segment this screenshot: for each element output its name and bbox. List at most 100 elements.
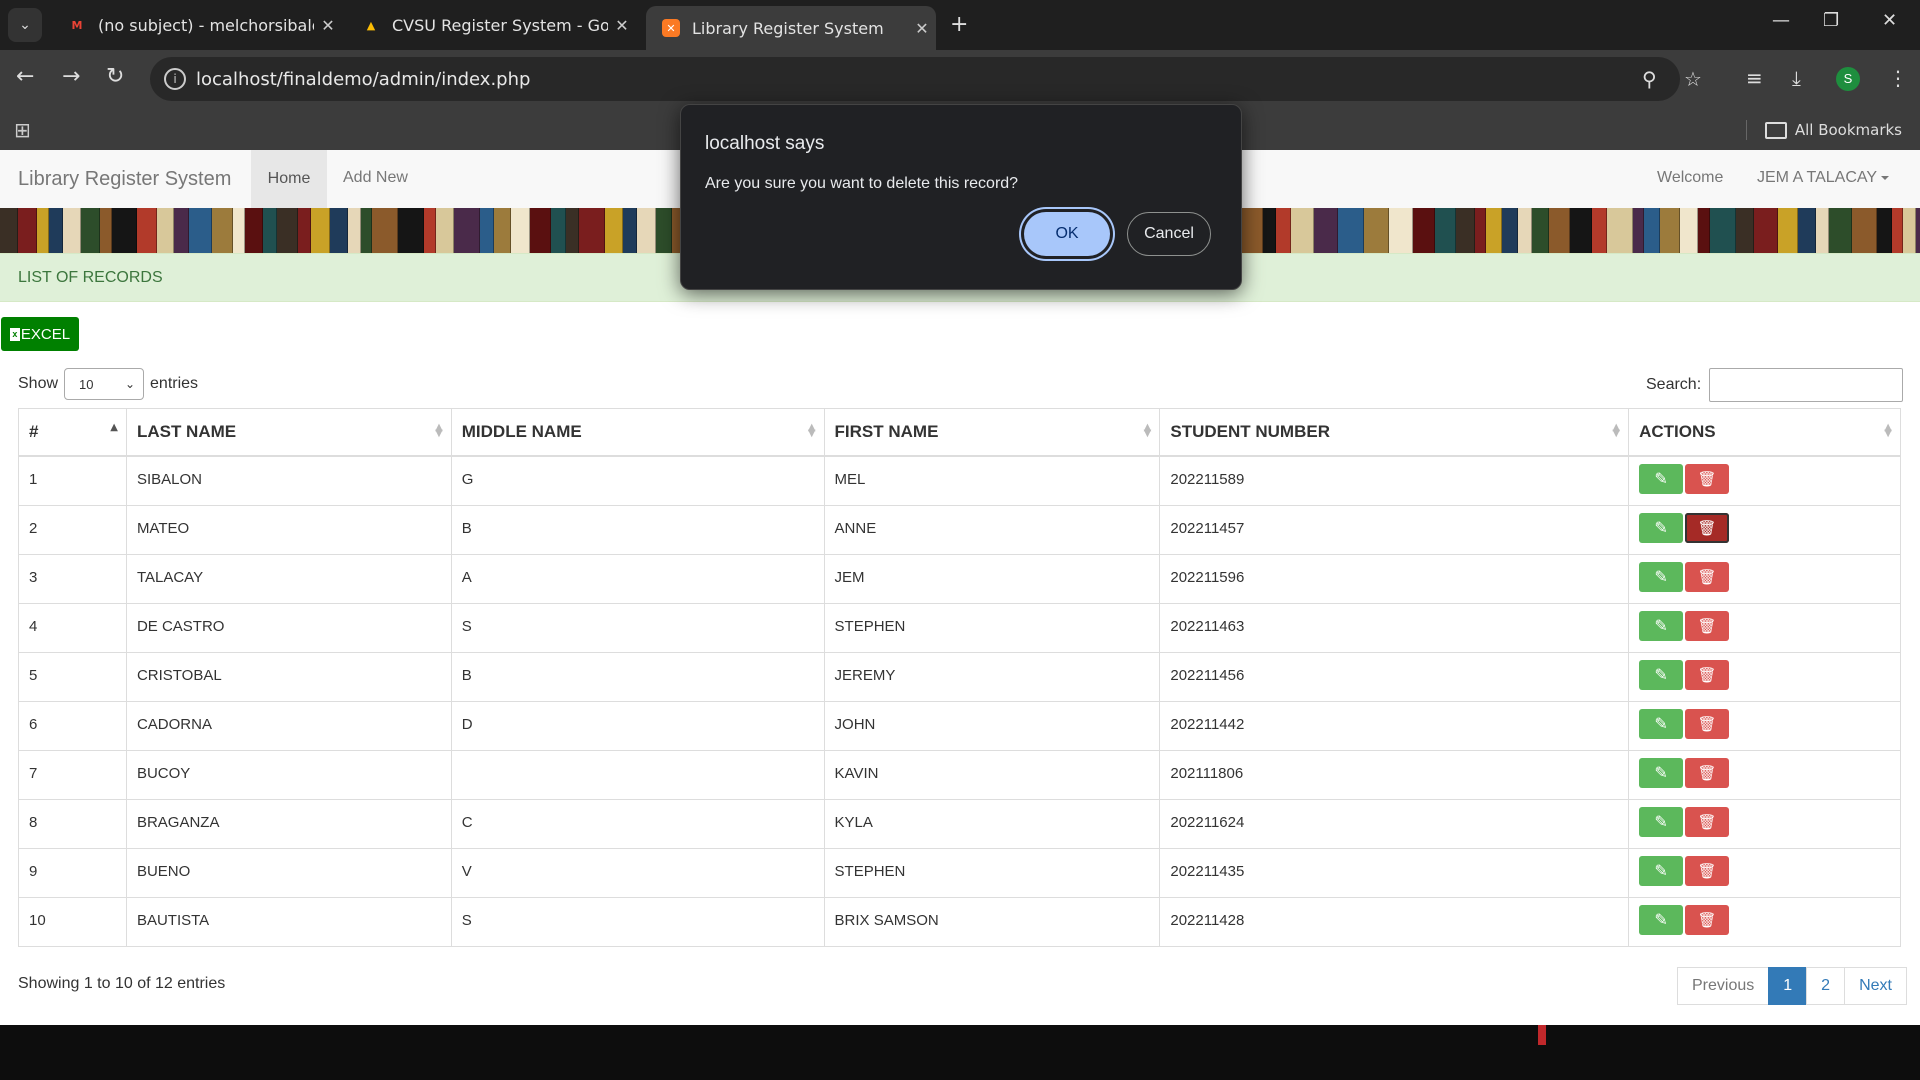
site-brand[interactable]: Library Register System xyxy=(18,168,231,191)
edit-button[interactable]: ✎ xyxy=(1639,512,1684,543)
book-spine xyxy=(1486,208,1502,253)
book-spine xyxy=(1607,208,1633,253)
cell-middle-name: S xyxy=(450,602,825,653)
close-tab-icon[interactable]: ✕ xyxy=(908,19,936,38)
close-window-icon[interactable]: ✕ xyxy=(1882,10,1897,31)
column-header-student-number[interactable]: STUDENT NUMBER ▲ ▼ xyxy=(1159,408,1630,457)
pagination: Previous 1 2 Next xyxy=(1677,967,1907,1005)
edit-button[interactable]: ✎ xyxy=(1639,561,1684,592)
pagination-page-2[interactable]: 2 xyxy=(1806,967,1846,1005)
edit-button[interactable]: ✎ xyxy=(1639,708,1684,739)
reload-icon[interactable]: ↻ xyxy=(106,64,124,89)
nav-add-new[interactable]: Add New xyxy=(343,169,408,187)
menu-kebab-icon[interactable]: ⋮ xyxy=(1888,66,1908,90)
address-bar[interactable]: i localhost/finaldemo/admin/index.php ⚲ … xyxy=(150,57,1702,101)
site-info-icon[interactable]: i xyxy=(164,68,186,90)
cell-actions: ✎ 🗑 xyxy=(1628,700,1901,751)
dialog-ok-button[interactable]: OK xyxy=(1024,212,1110,256)
cell-last-name: MATEO xyxy=(125,504,452,555)
entries-label: entries xyxy=(150,375,199,392)
dialog-cancel-button[interactable]: Cancel xyxy=(1127,212,1211,256)
tab-gmail[interactable]: M (no subject) - melchorsibalonjr2 ✕ xyxy=(52,8,342,42)
book-spine xyxy=(1518,208,1532,253)
xampp-icon: ✕ xyxy=(662,19,680,37)
edit-button[interactable]: ✎ xyxy=(1639,464,1684,494)
delete-button[interactable]: 🗑 xyxy=(1685,904,1730,935)
all-bookmarks-button[interactable]: All Bookmarks xyxy=(1745,120,1902,140)
pagination-page-1[interactable]: 1 xyxy=(1768,967,1808,1005)
pagination-next[interactable]: Next xyxy=(1844,967,1907,1005)
column-label: # xyxy=(29,422,39,441)
restore-icon[interactable]: ❐ xyxy=(1823,10,1839,31)
delete-button[interactable]: 🗑 xyxy=(1685,659,1730,690)
cell-last-name: BAUTISTA xyxy=(125,896,452,947)
profile-avatar[interactable]: S xyxy=(1836,67,1860,91)
edit-button[interactable]: ✎ xyxy=(1639,757,1684,788)
delete-button[interactable]: 🗑 xyxy=(1685,610,1730,641)
chevron-down-icon: ⌄ xyxy=(124,377,136,391)
excel-export-button[interactable]: x EXCEL xyxy=(1,317,79,351)
column-header-last-name[interactable]: LAST NAME ▲ ▼ xyxy=(125,408,452,457)
column-header-middle-name[interactable]: MIDDLE NAME ▲ ▼ xyxy=(450,408,825,457)
delete-button[interactable]: 🗑 xyxy=(1685,561,1730,592)
column-header-first-name[interactable]: FIRST NAME ▲ ▼ xyxy=(823,408,1161,457)
book-spine xyxy=(233,208,245,253)
tab-google-drive[interactable]: ▲ CVSU Register System - Google ✕ xyxy=(346,8,636,42)
book-spine xyxy=(18,208,37,253)
book-spine xyxy=(398,208,424,253)
cell-student-number: 202211463 xyxy=(1159,602,1630,653)
book-spine xyxy=(1736,208,1754,253)
zoom-icon[interactable]: ⚲ xyxy=(1642,67,1657,91)
apps-grid-icon[interactable]: ⊞ xyxy=(14,118,31,142)
column-header-actions[interactable]: ACTIONS ▲ ▼ xyxy=(1628,408,1901,457)
close-tab-icon[interactable]: ✕ xyxy=(608,16,636,35)
book-spine xyxy=(1816,208,1829,253)
gmail-icon: M xyxy=(71,18,83,32)
delete-button[interactable]: 🗑 xyxy=(1685,464,1730,494)
column-header-number[interactable]: # ▲ xyxy=(18,408,127,457)
edit-button[interactable]: ✎ xyxy=(1639,659,1684,690)
book-spine xyxy=(1502,208,1518,253)
edit-button[interactable]: ✎ xyxy=(1639,904,1684,935)
cell-middle-name: C xyxy=(450,798,825,849)
minimize-icon[interactable]: — xyxy=(1772,10,1790,31)
tab-library-register[interactable]: ✕ Library Register System ✕ xyxy=(646,6,936,50)
delete-button[interactable]: 🗑 xyxy=(1685,708,1730,739)
nav-home[interactable]: Home xyxy=(251,150,327,208)
delete-button[interactable]: 🗑 xyxy=(1685,855,1730,886)
book-spine xyxy=(1570,208,1592,253)
user-dropdown[interactable]: JEM A TALACAY xyxy=(1757,169,1890,187)
table-row: 10 BAUTISTA S BRIX SAMSON 202211428 ✎ 🗑 xyxy=(18,896,1901,947)
cell-first-name: KAVIN xyxy=(823,749,1161,800)
delete-button[interactable]: 🗑 xyxy=(1685,806,1730,837)
new-tab-icon[interactable]: + xyxy=(950,12,968,37)
pagination-previous[interactable]: Previous xyxy=(1677,967,1770,1005)
download-icon[interactable]: ⤓ xyxy=(1792,66,1801,90)
book-spine xyxy=(1916,208,1920,253)
cell-first-name: ANNE xyxy=(823,504,1161,555)
dialog-message: Are you sure you want to delete this rec… xyxy=(705,175,1019,192)
media-queue-icon[interactable]: ≡ xyxy=(1746,66,1763,90)
edit-button[interactable]: ✎ xyxy=(1639,610,1684,641)
cell-actions: ✎ 🗑 xyxy=(1628,553,1901,604)
edit-button[interactable]: ✎ xyxy=(1639,855,1684,886)
page-length-select[interactable]: 10 ⌄ xyxy=(64,368,145,400)
excel-label: EXCEL xyxy=(20,325,71,343)
search-input[interactable] xyxy=(1709,368,1904,402)
back-icon[interactable]: ← xyxy=(16,64,34,89)
book-spine xyxy=(436,208,454,253)
tab-search-icon[interactable]: ⌄ xyxy=(8,8,42,42)
book-spine xyxy=(1263,208,1276,253)
close-tab-icon[interactable]: ✕ xyxy=(314,16,342,35)
bookmark-star-icon[interactable]: ☆ xyxy=(1684,67,1702,91)
table-row: 5 CRISTOBAL B JEREMY 202211456 ✎ 🗑 xyxy=(18,651,1901,702)
forward-icon[interactable]: → xyxy=(62,64,80,89)
cell-number: 7 xyxy=(18,749,127,800)
book-spine xyxy=(348,208,361,253)
book-spine xyxy=(112,208,137,253)
records-body: 1 SIBALON G MEL 202211589 ✎ 🗑 2 MATEO B ANNE 202211… xyxy=(18,455,1901,947)
book-spine xyxy=(100,208,112,253)
delete-button[interactable]: 🗑 xyxy=(1685,757,1730,788)
edit-button[interactable]: ✎ xyxy=(1639,806,1684,837)
delete-button[interactable]: 🗑 xyxy=(1685,512,1730,543)
